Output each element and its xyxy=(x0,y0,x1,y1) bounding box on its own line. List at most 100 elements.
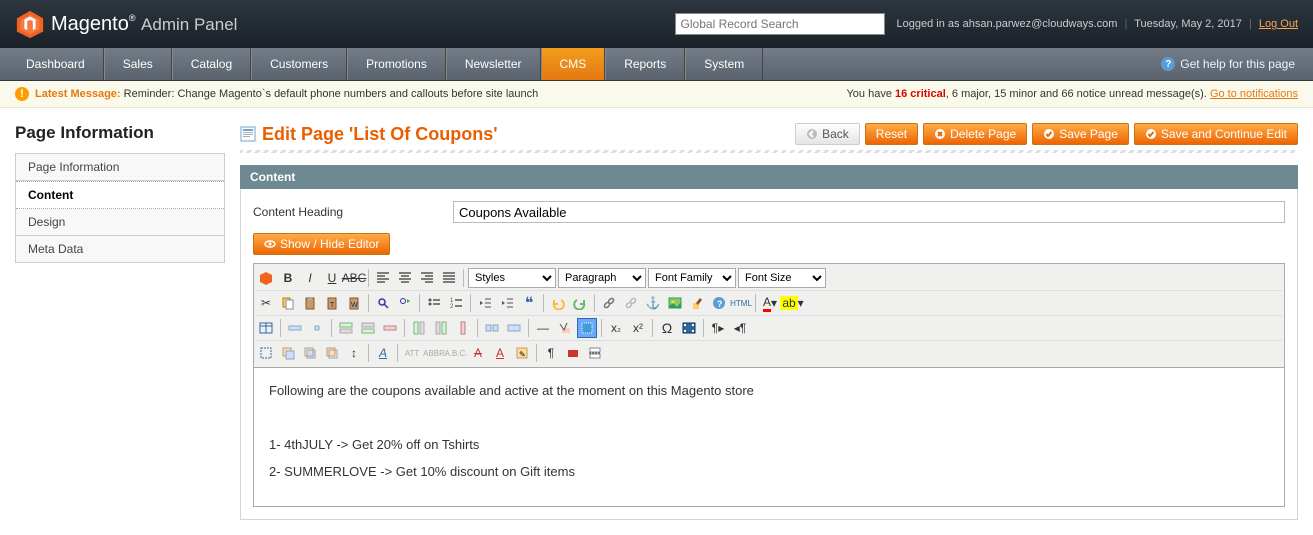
nav-dashboard[interactable]: Dashboard xyxy=(8,48,104,80)
cell-props-icon[interactable] xyxy=(307,318,327,338)
cut-icon[interactable]: ✂ xyxy=(256,293,276,313)
unlink-icon[interactable] xyxy=(621,293,641,313)
subscript-icon[interactable]: x₂ xyxy=(606,318,626,338)
find-icon[interactable] xyxy=(373,293,393,313)
superscript-icon[interactable]: x² xyxy=(628,318,648,338)
font-family-select[interactable]: Font Family xyxy=(648,268,736,288)
row-before-icon[interactable] xyxy=(336,318,356,338)
magento-widget-icon[interactable] xyxy=(256,268,276,288)
undo-icon[interactable] xyxy=(548,293,568,313)
cleanup-icon[interactable] xyxy=(687,293,707,313)
rtl-icon[interactable]: ◂¶ xyxy=(730,318,750,338)
row-delete-icon[interactable] xyxy=(380,318,400,338)
split-cells-icon[interactable] xyxy=(482,318,502,338)
col-after-icon[interactable] xyxy=(431,318,451,338)
bold-icon[interactable]: B xyxy=(278,268,298,288)
blockquote-icon[interactable]: ❝ xyxy=(519,293,539,313)
table-icon[interactable] xyxy=(256,318,276,338)
sidebar-item-design[interactable]: Design xyxy=(16,209,224,236)
html-icon[interactable]: HTML xyxy=(731,293,751,313)
fullscreen-icon[interactable] xyxy=(256,343,276,363)
nav-reports[interactable]: Reports xyxy=(605,48,685,80)
absolute-icon[interactable]: ↕ xyxy=(344,343,364,363)
nav-newsletter[interactable]: Newsletter xyxy=(446,48,541,80)
align-center-icon[interactable] xyxy=(395,268,415,288)
font-size-select[interactable]: Font Size xyxy=(738,268,826,288)
bg-color-icon[interactable]: ab▾ xyxy=(782,293,802,313)
delete-page-button[interactable]: Delete Page xyxy=(923,123,1027,145)
toggle-editor-button[interactable]: Show / Hide Editor xyxy=(253,233,390,255)
layer-icon[interactable] xyxy=(278,343,298,363)
notifications-link[interactable]: Go to notifications xyxy=(1210,88,1298,100)
sidebar-item-page-information[interactable]: Page Information xyxy=(16,154,224,181)
acronym-icon[interactable]: A.B.C. xyxy=(446,343,466,363)
nav-catalog[interactable]: Catalog xyxy=(172,48,251,80)
save-page-button[interactable]: Save Page xyxy=(1032,123,1129,145)
number-list-icon[interactable]: 12 xyxy=(446,293,466,313)
underline-icon[interactable]: U xyxy=(322,268,342,288)
remove-format-icon[interactable] xyxy=(555,318,575,338)
align-left-icon[interactable] xyxy=(373,268,393,288)
format-select[interactable]: Paragraph xyxy=(558,268,646,288)
merge-cells-icon[interactable] xyxy=(504,318,524,338)
layer-backward-icon[interactable] xyxy=(322,343,342,363)
strikethrough-icon[interactable]: ABC xyxy=(344,268,364,288)
sidebar-item-meta-data[interactable]: Meta Data xyxy=(16,236,224,263)
anchor-icon[interactable]: ⚓ xyxy=(643,293,663,313)
attribs-icon[interactable]: ✎ xyxy=(512,343,532,363)
image-icon[interactable] xyxy=(665,293,685,313)
visualchars-icon[interactable]: ¶ xyxy=(541,343,561,363)
help-link[interactable]: ? Get help for this page xyxy=(1161,48,1305,80)
align-justify-icon[interactable] xyxy=(439,268,459,288)
replace-icon[interactable] xyxy=(395,293,415,313)
hr-icon[interactable]: — xyxy=(533,318,553,338)
text-color-icon[interactable]: A▾ xyxy=(760,293,780,313)
content-heading-input[interactable] xyxy=(453,201,1285,223)
ins-icon[interactable]: A xyxy=(490,343,510,363)
reset-button[interactable]: Reset xyxy=(865,123,918,145)
nav-customers[interactable]: Customers xyxy=(251,48,347,80)
sidebar: Page Information Page Information Conten… xyxy=(15,123,240,520)
help-icon: ? xyxy=(1161,57,1175,71)
editor-body[interactable]: Following are the coupons available and … xyxy=(253,368,1285,507)
align-right-icon[interactable] xyxy=(417,268,437,288)
paste-word-icon[interactable]: W xyxy=(344,293,364,313)
paste-text-icon[interactable]: T xyxy=(322,293,342,313)
nav-cms[interactable]: CMS xyxy=(541,48,606,80)
pagebreak-icon[interactable] xyxy=(585,343,605,363)
redo-icon[interactable] xyxy=(570,293,590,313)
help-toolbar-icon[interactable]: ? xyxy=(709,293,729,313)
style-props-icon[interactable]: A xyxy=(373,343,393,363)
logout-link[interactable]: Log Out xyxy=(1259,18,1298,30)
link-icon[interactable] xyxy=(599,293,619,313)
layer-forward-icon[interactable] xyxy=(300,343,320,363)
nav-system[interactable]: System xyxy=(685,48,763,80)
visual-aid-icon[interactable] xyxy=(577,318,597,338)
italic-icon[interactable]: I xyxy=(300,268,320,288)
styles-select[interactable]: Styles xyxy=(468,268,556,288)
nav-promotions[interactable]: Promotions xyxy=(347,48,446,80)
save-continue-button[interactable]: Save and Continue Edit xyxy=(1134,123,1298,145)
copy-icon[interactable] xyxy=(278,293,298,313)
sidebar-item-content[interactable]: Content xyxy=(16,181,224,209)
row-props-icon[interactable] xyxy=(285,318,305,338)
global-search-input[interactable] xyxy=(675,13,885,35)
indent-icon[interactable] xyxy=(497,293,517,313)
back-button[interactable]: Back xyxy=(795,123,860,145)
del-icon[interactable]: A xyxy=(468,343,488,363)
col-delete-icon[interactable] xyxy=(453,318,473,338)
cite-icon[interactable]: ATT xyxy=(402,343,422,363)
outdent-icon[interactable] xyxy=(475,293,495,313)
logo[interactable]: Magento® Admin Panel xyxy=(15,9,237,39)
paste-icon[interactable] xyxy=(300,293,320,313)
special-char-icon[interactable]: Ω xyxy=(657,318,677,338)
row-after-icon[interactable] xyxy=(358,318,378,338)
col-before-icon[interactable] xyxy=(409,318,429,338)
media-icon[interactable] xyxy=(679,318,699,338)
ltr-icon[interactable]: ¶▸ xyxy=(708,318,728,338)
nav-sales[interactable]: Sales xyxy=(104,48,172,80)
main-nav: Dashboard Sales Catalog Customers Promot… xyxy=(0,48,1313,81)
abbr-icon[interactable]: ABBR xyxy=(424,343,444,363)
nbsp-icon[interactable] xyxy=(563,343,583,363)
bullet-list-icon[interactable] xyxy=(424,293,444,313)
